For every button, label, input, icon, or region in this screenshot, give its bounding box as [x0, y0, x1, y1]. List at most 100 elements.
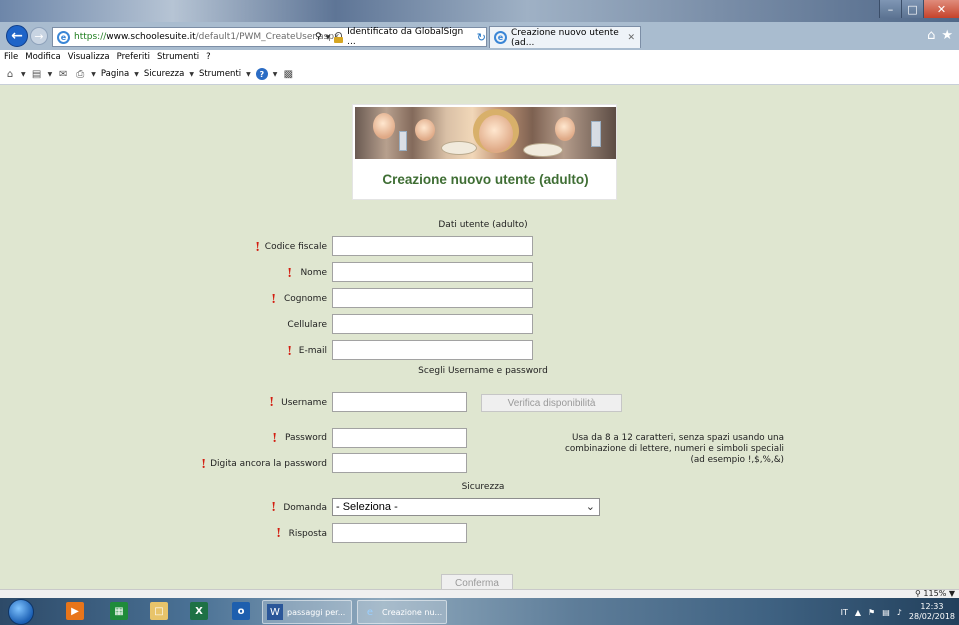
windows-taskbar: ▶ ▦ □ X o W passaggi per... e Creazione … — [0, 598, 959, 625]
status-bar: ⚲ 115% ▼ — [0, 589, 959, 598]
favorites-star-icon[interactable]: ★ — [941, 28, 953, 43]
section-username-password: Scegli Username e password — [418, 366, 548, 376]
codice-fiscale-label: Codice fiscale — [264, 242, 327, 252]
lock-icon[interactable] — [334, 31, 344, 43]
window-title-bar: – □ ✕ — [0, 0, 959, 22]
action-center-icon[interactable]: ⚑ — [868, 608, 875, 617]
close-tab-icon[interactable]: ✕ — [627, 33, 635, 43]
cmd-sicurezza[interactable]: Sicurezza — [144, 69, 185, 79]
risposta-label: Risposta — [288, 529, 327, 539]
email-input[interactable] — [332, 340, 533, 360]
risposta-input[interactable] — [332, 523, 467, 543]
tab-title: Creazione nuovo utente (ad... — [511, 27, 619, 48]
maximize-button[interactable]: □ — [901, 0, 923, 18]
internet-explorer-icon: e — [366, 606, 374, 618]
taskbar-item-ie-label: Creazione nu... — [382, 607, 443, 617]
back-button[interactable]: ← — [6, 25, 28, 47]
url-protocol: https:// — [74, 32, 107, 42]
cmd-strumenti[interactable]: Strumenti — [199, 69, 241, 79]
folder-icon[interactable]: □ — [150, 602, 168, 620]
home-icon[interactable]: ⌂ — [927, 28, 935, 43]
help-icon[interactable]: ? — [255, 68, 268, 80]
nome-label: Nome — [300, 268, 327, 278]
window-controls: – □ ✕ — [879, 0, 959, 18]
menu-file[interactable]: File — [4, 52, 18, 62]
show-hidden-icons-icon[interactable]: ▲ — [855, 608, 861, 617]
sicurezza-dropdown-icon[interactable]: ▼ — [189, 71, 194, 78]
menu-modifica[interactable]: Modifica — [25, 52, 61, 62]
browser-tab[interactable]: e Creazione nuovo utente (ad... ✕ — [489, 26, 641, 48]
browser-nav-row: ← → e https://www.schoolesuite.it/defaul… — [0, 22, 959, 50]
print-dropdown-icon[interactable]: ▼ — [91, 71, 96, 78]
print-icon[interactable]: ⎙ — [74, 68, 86, 80]
browser-right-icons: ⌂ ★ — [927, 28, 953, 43]
language-indicator[interactable]: IT — [841, 608, 848, 617]
mail-icon[interactable]: ✉ — [57, 68, 69, 80]
verifica-disponibilita-button[interactable]: Verifica disponibilità — [481, 394, 622, 412]
cellulare-input[interactable] — [332, 314, 533, 334]
command-bar: ⌂ ▼ ▤ ▼ ✉ ⎙ ▼ Pagina ▼ Sicurezza ▼ Strumenti ▼… — [0, 64, 959, 85]
email-label: E-mail — [298, 346, 327, 356]
conferma-button[interactable]: Conferma — [441, 574, 513, 589]
cellulare-label: Cellulare — [287, 320, 327, 330]
system-tray: IT ▲ ⚑ ▤ ♪ 12:33 28/02/2018 — [841, 600, 955, 624]
certificate-label[interactable]: Identificato da GlobalSign ... — [347, 27, 473, 47]
nome-input[interactable] — [332, 262, 533, 282]
password-repeat-input[interactable] — [332, 453, 467, 473]
cmd-pagina[interactable]: Pagina — [101, 69, 129, 79]
taskbar-item-ie[interactable]: e Creazione nu... — [357, 600, 447, 624]
domanda-selected-value: - Seleziona - — [336, 501, 398, 513]
home-cmd-icon[interactable]: ⌂ — [4, 68, 16, 80]
menu-strumenti[interactable]: Strumenti — [157, 52, 199, 62]
header-card: Creazione nuovo utente (adulto) — [352, 104, 617, 200]
menu-help[interactable]: ? — [206, 52, 211, 62]
username-label: Username — [281, 398, 327, 408]
minimize-button[interactable]: – — [879, 0, 901, 18]
clock[interactable]: 12:33 28/02/2018 — [909, 602, 955, 622]
pagina-dropdown-icon[interactable]: ▼ — [134, 71, 139, 78]
word-icon: W — [267, 604, 283, 620]
excel-icon[interactable]: X — [190, 602, 208, 620]
tab-ie-icon: e — [494, 31, 507, 44]
password-repeat-label: Digita ancora la password — [210, 459, 327, 469]
taskbar-item-word[interactable]: W passaggi per... — [262, 600, 352, 624]
network-icon[interactable]: ▤ — [882, 608, 890, 617]
search-icon[interactable]: ⚲ — [315, 32, 322, 42]
outlook-icon[interactable]: o — [232, 602, 250, 620]
research-icon[interactable]: ▩ — [282, 68, 294, 80]
ie-page-icon: e — [57, 30, 70, 44]
help-dropdown-icon[interactable]: ▼ — [273, 71, 278, 78]
menu-visualizza[interactable]: Visualizza — [68, 52, 110, 62]
section-dati-utente: Dati utente (adulto) — [438, 220, 528, 230]
home-dropdown-icon[interactable]: ▼ — [21, 71, 26, 78]
menu-bar: File Modifica Visualizza Preferiti Strum… — [0, 50, 959, 64]
header-photo — [355, 107, 616, 159]
strumenti-dropdown-icon[interactable]: ▼ — [246, 71, 251, 78]
volume-icon[interactable]: ♪ — [897, 608, 902, 617]
sheets-app-icon[interactable]: ▦ — [110, 602, 128, 620]
feeds-icon[interactable]: ▤ — [31, 68, 43, 80]
page-content: Creazione nuovo utente (adulto) Dati ute… — [0, 86, 959, 589]
zoom-value: 115% — [923, 589, 947, 598]
domanda-select[interactable]: - Seleziona - ⌄ — [332, 498, 600, 516]
start-button[interactable] — [8, 599, 34, 625]
password-input[interactable] — [332, 428, 467, 448]
section-sicurezza: Sicurezza — [461, 482, 505, 492]
search-dropdown-icon[interactable]: ▼ — [326, 34, 331, 41]
username-input[interactable] — [332, 392, 467, 412]
cognome-label: Cognome — [283, 294, 327, 304]
password-hint: Usa da 8 a 12 caratteri, senza spazi usa… — [564, 433, 784, 465]
refresh-icon[interactable]: ↻ — [477, 31, 486, 44]
taskbar-item-word-label: passaggi per... — [287, 607, 346, 617]
url-host: www.schoolesuite.it — [106, 32, 196, 42]
media-player-icon[interactable]: ▶ — [66, 602, 84, 620]
cognome-input[interactable] — [332, 288, 533, 308]
forward-button[interactable]: → — [30, 27, 48, 45]
codice-fiscale-input[interactable] — [332, 236, 533, 256]
address-bar[interactable]: e https://www.schoolesuite.it/default1/P… — [52, 27, 487, 47]
zoom-level[interactable]: ⚲ 115% ▼ — [915, 589, 955, 598]
menu-preferiti[interactable]: Preferiti — [117, 52, 150, 62]
close-window-button[interactable]: ✕ — [923, 0, 959, 18]
password-label: Password — [284, 433, 327, 443]
feeds-dropdown-icon[interactable]: ▼ — [48, 71, 53, 78]
